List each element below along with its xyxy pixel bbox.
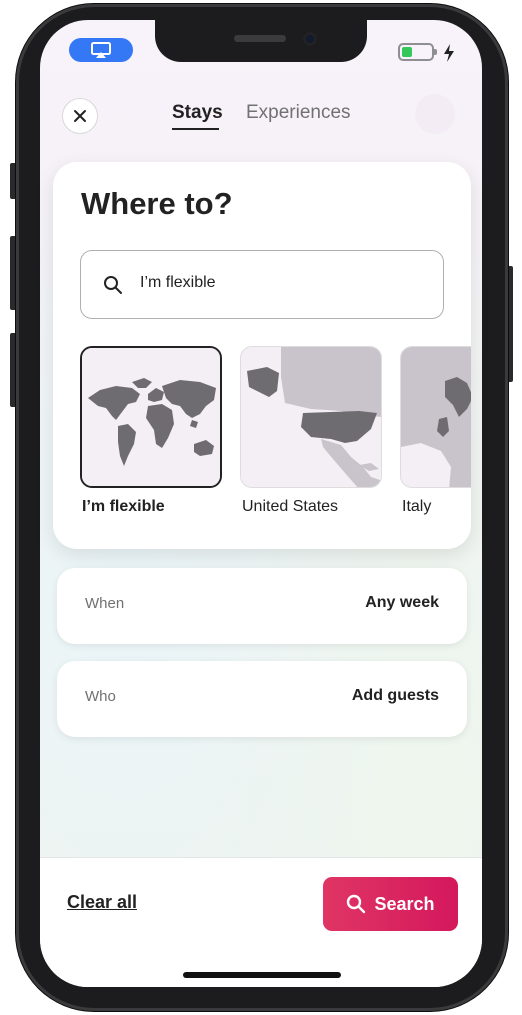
close-icon bbox=[74, 110, 86, 122]
when-value: Any week bbox=[365, 594, 439, 611]
who-label: Who bbox=[85, 688, 116, 705]
region-card-italy[interactable]: Italy bbox=[400, 346, 471, 515]
search-button[interactable]: Search bbox=[323, 877, 458, 931]
region-label-flexible: I’m flexible bbox=[82, 498, 165, 515]
airplay-icon bbox=[91, 42, 111, 58]
world-map-image bbox=[80, 346, 222, 488]
battery-icon bbox=[398, 43, 437, 61]
who-value: Add guests bbox=[351, 687, 439, 704]
where-card: Where to? I’m flexible I’m flexible Unit… bbox=[53, 162, 471, 549]
screen-mirroring-indicator[interactable] bbox=[69, 38, 133, 62]
close-button[interactable] bbox=[62, 98, 98, 134]
speaker bbox=[234, 35, 286, 42]
when-label: When bbox=[85, 595, 125, 612]
home-indicator[interactable] bbox=[183, 972, 341, 978]
destination-search-input[interactable]: I’m flexible bbox=[80, 250, 444, 319]
when-row[interactable]: When Any week bbox=[57, 568, 467, 644]
search-icon bbox=[104, 276, 122, 294]
search-icon bbox=[347, 894, 366, 914]
tab-stays[interactable]: Stays bbox=[172, 102, 223, 124]
region-label-italy: Italy bbox=[402, 498, 432, 515]
region-label-united-states: United States bbox=[242, 498, 339, 515]
where-title: Where to? bbox=[81, 186, 233, 221]
clear-all-link[interactable]: Clear all bbox=[67, 892, 137, 913]
tab-experiences[interactable]: Experiences bbox=[246, 102, 351, 124]
front-camera bbox=[303, 32, 317, 46]
who-row[interactable]: Who Add guests bbox=[57, 661, 467, 737]
italy-map-image bbox=[400, 346, 471, 488]
region-card-flexible[interactable]: I’m flexible bbox=[80, 346, 222, 515]
faded-avatar bbox=[415, 94, 455, 134]
search-button-label: Search bbox=[374, 893, 435, 914]
search-value: I’m flexible bbox=[140, 274, 216, 291]
active-tab-underline bbox=[172, 128, 219, 130]
region-card-united-states[interactable]: United States bbox=[240, 346, 382, 515]
united-states-map-image bbox=[240, 346, 382, 488]
charging-bolt-icon bbox=[444, 44, 454, 62]
